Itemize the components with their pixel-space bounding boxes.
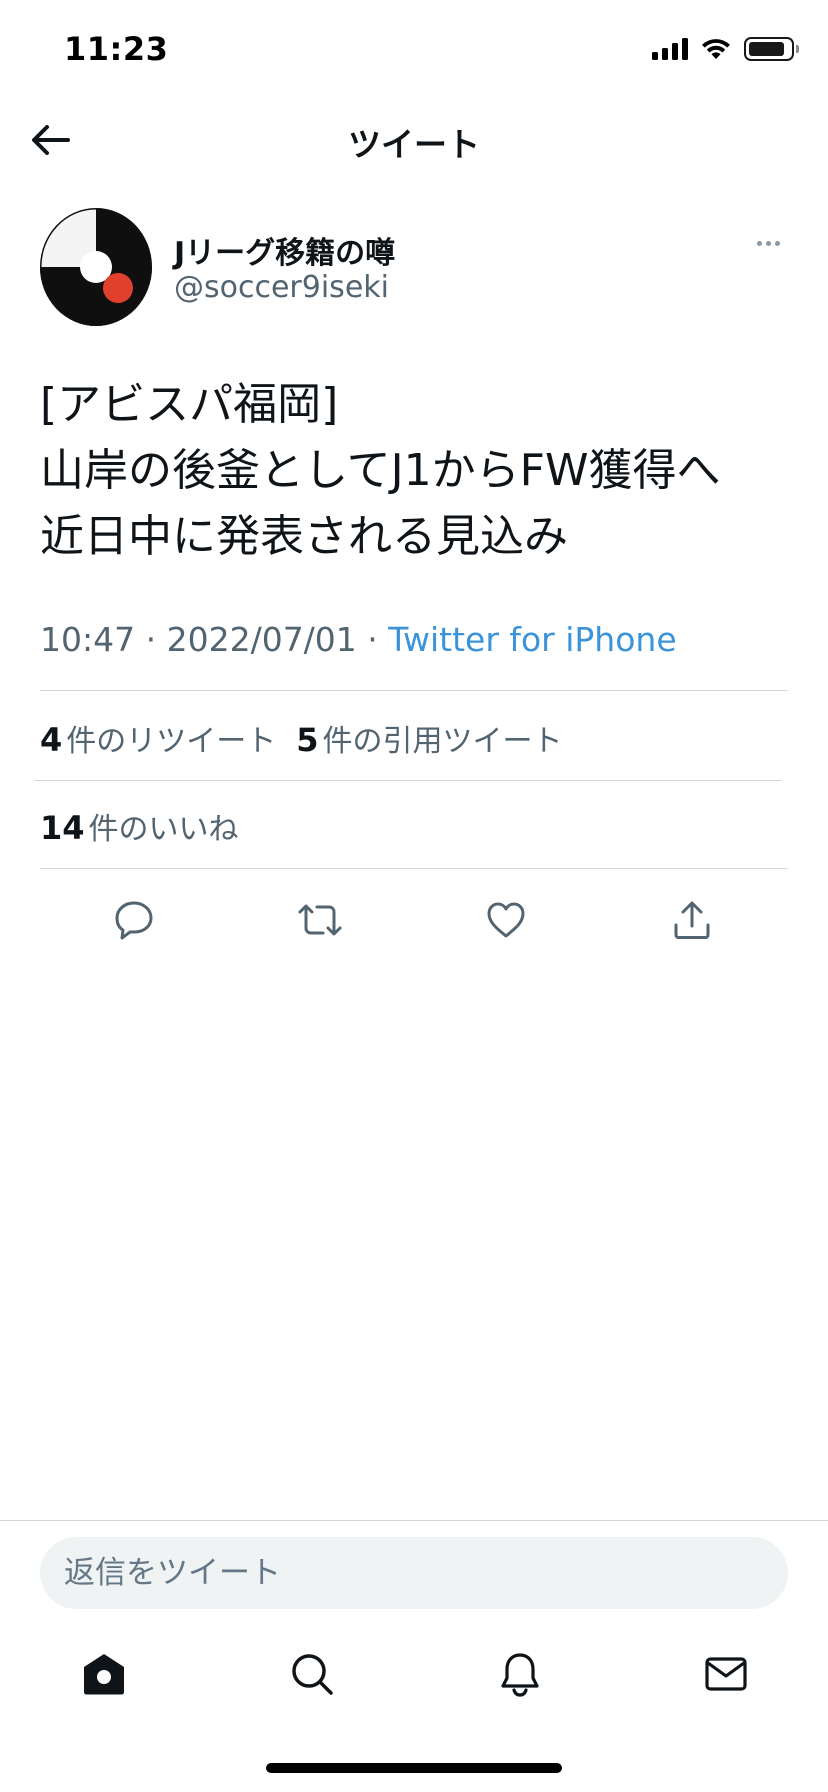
home-indicator[interactable]: [266, 1763, 562, 1773]
more-options-button[interactable]: [748, 228, 788, 258]
quote-tweets-count: 5: [296, 721, 319, 759]
status-icons: [652, 34, 799, 64]
reply-input[interactable]: [40, 1537, 788, 1609]
reply-icon: [115, 901, 153, 940]
reply-bar: [0, 1520, 828, 1630]
tweet-text-line: [アビスパ福岡]: [40, 379, 339, 430]
tab-search[interactable]: [282, 1644, 342, 1704]
quote-tweets-stat[interactable]: 5 件の引用ツイート: [296, 716, 562, 760]
tab-messages[interactable]: [696, 1644, 756, 1704]
tab-notifications[interactable]: [490, 1644, 550, 1704]
tweet-date: 2022/07/01: [166, 620, 357, 659]
tweet-text-line: 近日中に発表される見込み: [40, 511, 568, 562]
avatar[interactable]: [40, 208, 152, 326]
likes-label: 件のいいね: [88, 812, 239, 847]
tweet-source-link[interactable]: Twitter for iPhone: [388, 620, 676, 659]
tweet-actions: [40, 888, 788, 948]
avatar-logo: [40, 208, 152, 326]
tab-bar: [0, 1630, 828, 1720]
notifications-icon: [501, 1653, 539, 1697]
more-dot: [765, 240, 771, 246]
page-title: ツイート: [348, 125, 480, 164]
tweet-text: [アビスパ福岡] 山岸の後釜としてJ1からFW獲得へ 近日中に発表される見込み: [40, 372, 800, 570]
meta-separator: ·: [356, 620, 389, 659]
search-icon: [292, 1654, 333, 1695]
wifi-icon: [702, 39, 730, 59]
tweet-meta: 10:47 · 2022/07/01 · Twitter for iPhone: [40, 620, 677, 659]
status-time: 11:23: [64, 30, 169, 68]
meta-separator: ·: [135, 620, 167, 659]
quote-tweets-label: 件の引用ツイート: [322, 724, 563, 759]
retweets-label: 件のリツイート: [66, 724, 277, 759]
more-dot: [756, 240, 762, 246]
share-icon: [674, 901, 710, 939]
reply-button[interactable]: [108, 894, 160, 946]
retweet-stats-row: 4 件のリツイート 5 件の引用ツイート: [40, 716, 583, 760]
tweet-text-line: 山岸の後釜としてJ1からFW獲得へ: [40, 445, 721, 496]
tweet-time: 10:47: [40, 620, 136, 659]
cellular-signal-icon: [652, 38, 688, 60]
retweet-icon: [298, 904, 342, 936]
likes-stat[interactable]: 14 件のいいね: [40, 804, 239, 848]
divider: [40, 868, 788, 869]
author-name[interactable]: Jリーグ移籍の噂: [174, 228, 395, 272]
battery-icon: [744, 37, 799, 61]
messages-icon: [705, 1657, 747, 1691]
tab-home[interactable]: [74, 1644, 134, 1704]
divider: [40, 690, 788, 691]
divider: [34, 780, 782, 781]
author-handle[interactable]: @soccer9iseki: [174, 270, 389, 305]
retweets-count: 4: [40, 721, 63, 759]
status-bar: 11:23: [0, 0, 828, 96]
like-button[interactable]: [480, 894, 532, 946]
likes-stats-row: 14 件のいいね: [40, 804, 259, 848]
home-icon: [84, 1654, 124, 1695]
likes-count: 14: [40, 809, 85, 847]
nav-header: ツイート: [0, 96, 828, 186]
retweet-button[interactable]: [294, 894, 346, 946]
share-button[interactable]: [666, 894, 718, 946]
like-icon: [487, 902, 525, 938]
retweets-stat[interactable]: 4 件のリツイート: [40, 716, 276, 760]
tweet-author: Jリーグ移籍の噂 @soccer9iseki: [40, 208, 788, 328]
more-dot: [774, 240, 780, 246]
